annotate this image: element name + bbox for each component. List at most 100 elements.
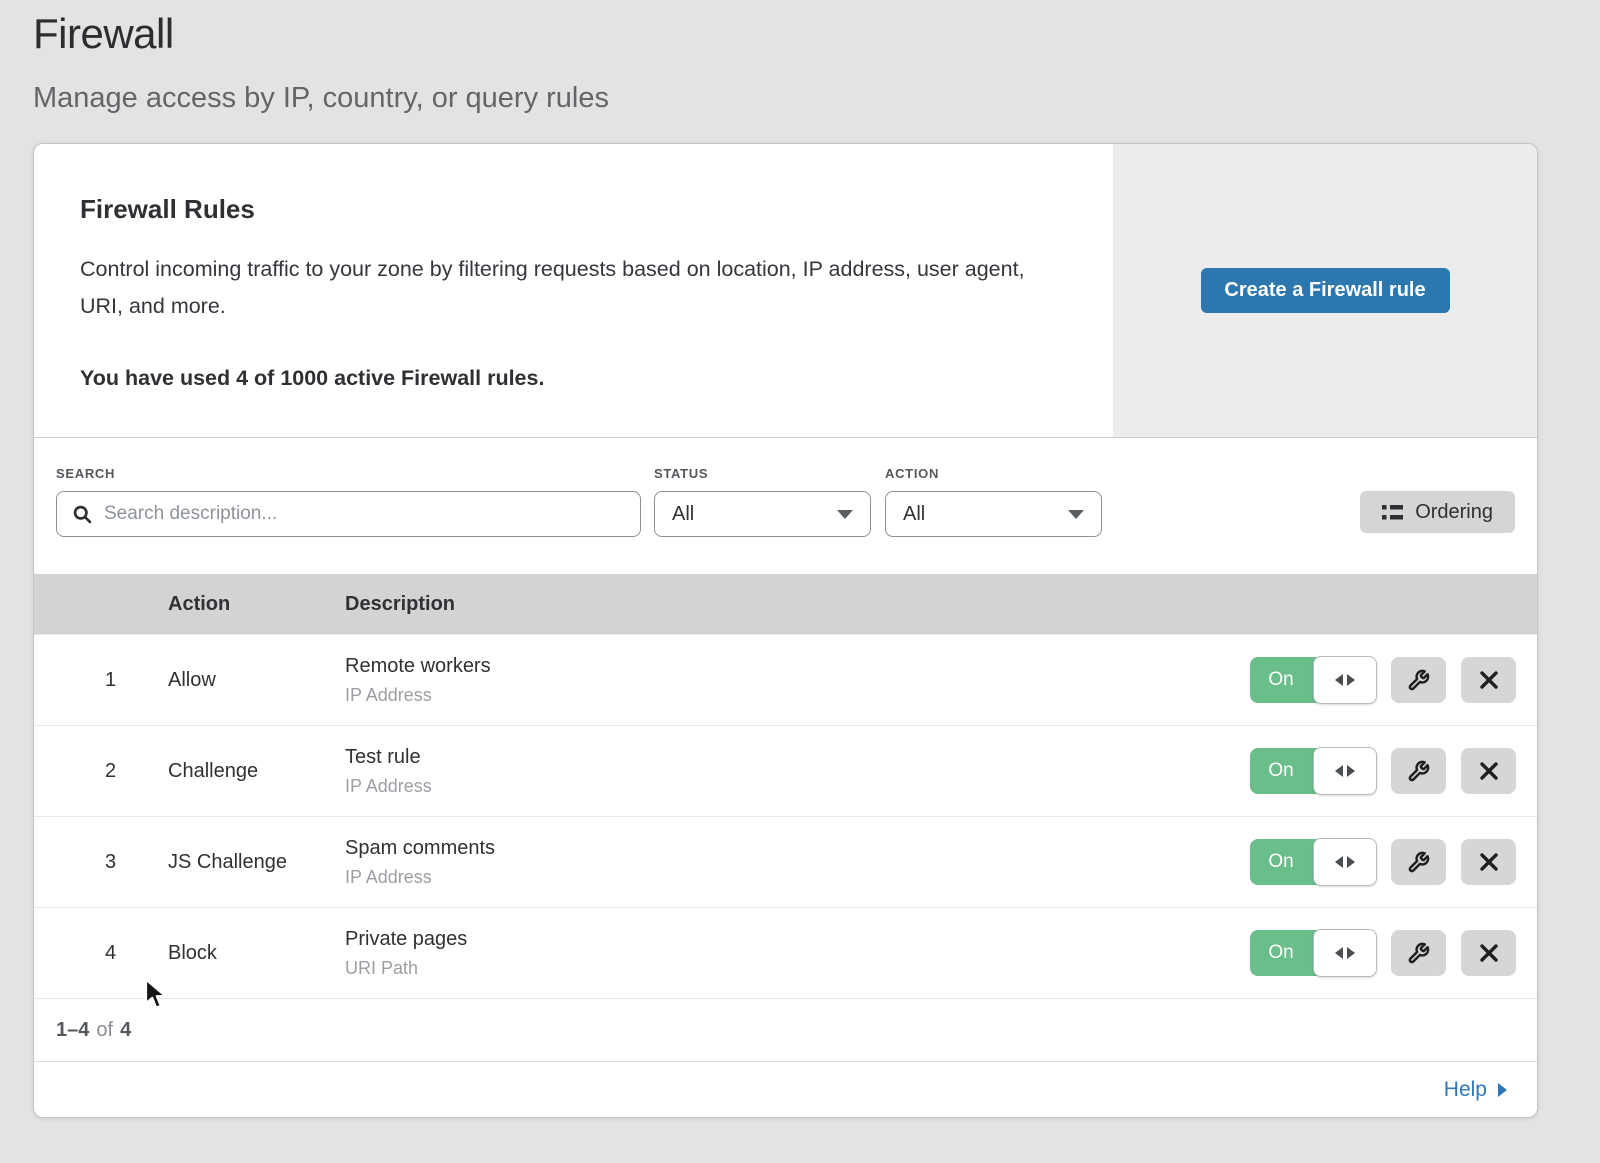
- rules-usage-text: You have used 4 of 1000 active Firewall …: [80, 366, 1043, 391]
- chevron-right-icon: [1347, 674, 1355, 686]
- rule-enabled-toggle[interactable]: On: [1250, 930, 1376, 976]
- help-bar: Help: [34, 1061, 1537, 1117]
- rule-description-cell: Test rule IP Address: [345, 746, 1250, 797]
- action-selected-value: All: [903, 503, 925, 526]
- toggle-on-label: On: [1250, 748, 1312, 794]
- rule-controls: On: [1250, 839, 1516, 885]
- rule-priority: 3: [34, 851, 168, 874]
- card-top-section: Firewall Rules Control incoming traffic …: [34, 144, 1537, 438]
- pagination-range: 1–4: [56, 1019, 89, 1042]
- ordering-list-icon: [1382, 503, 1403, 522]
- rule-description-title: Private pages: [345, 928, 1250, 951]
- delete-rule-button[interactable]: [1461, 930, 1516, 976]
- toggle-on-label: On: [1250, 657, 1312, 703]
- page-subtitle: Manage access by IP, country, or query r…: [33, 82, 1600, 115]
- rule-action: JS Challenge: [168, 851, 345, 874]
- action-label: ACTION: [885, 466, 1102, 481]
- help-link[interactable]: Help: [1444, 1078, 1507, 1102]
- wrench-icon: [1407, 851, 1430, 874]
- rule-action: Block: [168, 942, 345, 965]
- close-icon: [1479, 670, 1499, 690]
- rule-match-type: IP Address: [345, 685, 1250, 706]
- page-header: Firewall Manage access by IP, country, o…: [0, 0, 1600, 115]
- help-arrow-icon: [1498, 1083, 1507, 1097]
- delete-rule-button[interactable]: [1461, 748, 1516, 794]
- chevron-right-icon: [1347, 856, 1355, 868]
- ordering-button-label: Ordering: [1415, 501, 1493, 524]
- rule-action: Allow: [168, 669, 345, 692]
- status-selected-value: All: [672, 503, 694, 526]
- toggle-knob[interactable]: [1313, 656, 1377, 704]
- search-box[interactable]: [56, 491, 641, 537]
- create-firewall-rule-button[interactable]: Create a Firewall rule: [1201, 268, 1450, 313]
- table-row: 1 Allow Remote workers IP Address On: [34, 634, 1537, 725]
- status-label: STATUS: [654, 466, 871, 481]
- toggle-knob[interactable]: [1313, 747, 1377, 795]
- edit-rule-button[interactable]: [1391, 748, 1446, 794]
- ordering-button[interactable]: Ordering: [1360, 491, 1515, 533]
- pagination: 1–4 of 4: [34, 998, 1537, 1061]
- rule-description-title: Test rule: [345, 746, 1250, 769]
- rule-enabled-toggle[interactable]: On: [1250, 839, 1376, 885]
- status-filter-group: STATUS All: [654, 466, 871, 537]
- rule-controls: On: [1250, 657, 1516, 703]
- rule-priority: 4: [34, 942, 168, 965]
- toggle-on-label: On: [1250, 839, 1312, 885]
- rule-action: Challenge: [168, 760, 345, 783]
- chevron-left-icon: [1335, 765, 1343, 777]
- table-row: 3 JS Challenge Spam comments IP Address …: [34, 816, 1537, 907]
- rule-enabled-toggle[interactable]: On: [1250, 657, 1376, 703]
- rule-description-cell: Remote workers IP Address: [345, 655, 1250, 706]
- pagination-total: 4: [120, 1019, 131, 1042]
- page-title: Firewall: [33, 10, 1600, 58]
- edit-rule-button[interactable]: [1391, 657, 1446, 703]
- table-header: Action Description: [34, 574, 1537, 634]
- rule-priority: 1: [34, 669, 168, 692]
- table-row: 2 Challenge Test rule IP Address On: [34, 725, 1537, 816]
- rule-description-title: Spam comments: [345, 837, 1250, 860]
- rule-match-type: URI Path: [345, 958, 1250, 979]
- chevron-down-icon: [837, 510, 853, 519]
- delete-rule-button[interactable]: [1461, 657, 1516, 703]
- edit-rule-button[interactable]: [1391, 930, 1446, 976]
- help-link-label: Help: [1444, 1078, 1487, 1102]
- chevron-left-icon: [1335, 947, 1343, 959]
- table-row: 4 Block Private pages URI Path On: [34, 907, 1537, 998]
- rule-description-cell: Private pages URI Path: [345, 928, 1250, 979]
- chevron-right-icon: [1347, 947, 1355, 959]
- wrench-icon: [1407, 942, 1430, 965]
- search-label: SEARCH: [56, 466, 641, 481]
- search-icon: [72, 504, 93, 525]
- edit-rule-button[interactable]: [1391, 839, 1446, 885]
- delete-rule-button[interactable]: [1461, 839, 1516, 885]
- rule-description-cell: Spam comments IP Address: [345, 837, 1250, 888]
- rule-controls: On: [1250, 748, 1516, 794]
- search-filter-group: SEARCH: [56, 466, 641, 537]
- toggle-knob[interactable]: [1313, 929, 1377, 977]
- chevron-down-icon: [1068, 510, 1084, 519]
- action-filter-group: ACTION All: [885, 466, 1102, 537]
- rule-match-type: IP Address: [345, 776, 1250, 797]
- toggle-knob[interactable]: [1313, 838, 1377, 886]
- rule-description-title: Remote workers: [345, 655, 1250, 678]
- card-heading: Firewall Rules: [80, 194, 1043, 225]
- card-top-action-panel: Create a Firewall rule: [1113, 144, 1537, 437]
- description-column-header: Description: [345, 593, 1537, 616]
- action-select[interactable]: All: [885, 491, 1102, 537]
- search-input[interactable]: [104, 503, 625, 525]
- rule-enabled-toggle[interactable]: On: [1250, 748, 1376, 794]
- rule-priority: 2: [34, 760, 168, 783]
- close-icon: [1479, 943, 1499, 963]
- pagination-of: of: [96, 1019, 113, 1042]
- wrench-icon: [1407, 760, 1430, 783]
- action-column-header: Action: [168, 593, 345, 616]
- close-icon: [1479, 761, 1499, 781]
- card-top-info: Firewall Rules Control incoming traffic …: [34, 144, 1113, 437]
- firewall-rules-card: Firewall Rules Control incoming traffic …: [33, 143, 1538, 1118]
- status-select[interactable]: All: [654, 491, 871, 537]
- chevron-left-icon: [1335, 856, 1343, 868]
- chevron-right-icon: [1347, 765, 1355, 777]
- rule-controls: On: [1250, 930, 1516, 976]
- card-description: Control incoming traffic to your zone by…: [80, 251, 1040, 324]
- filters-bar: SEARCH STATUS All ACTION All: [34, 438, 1537, 574]
